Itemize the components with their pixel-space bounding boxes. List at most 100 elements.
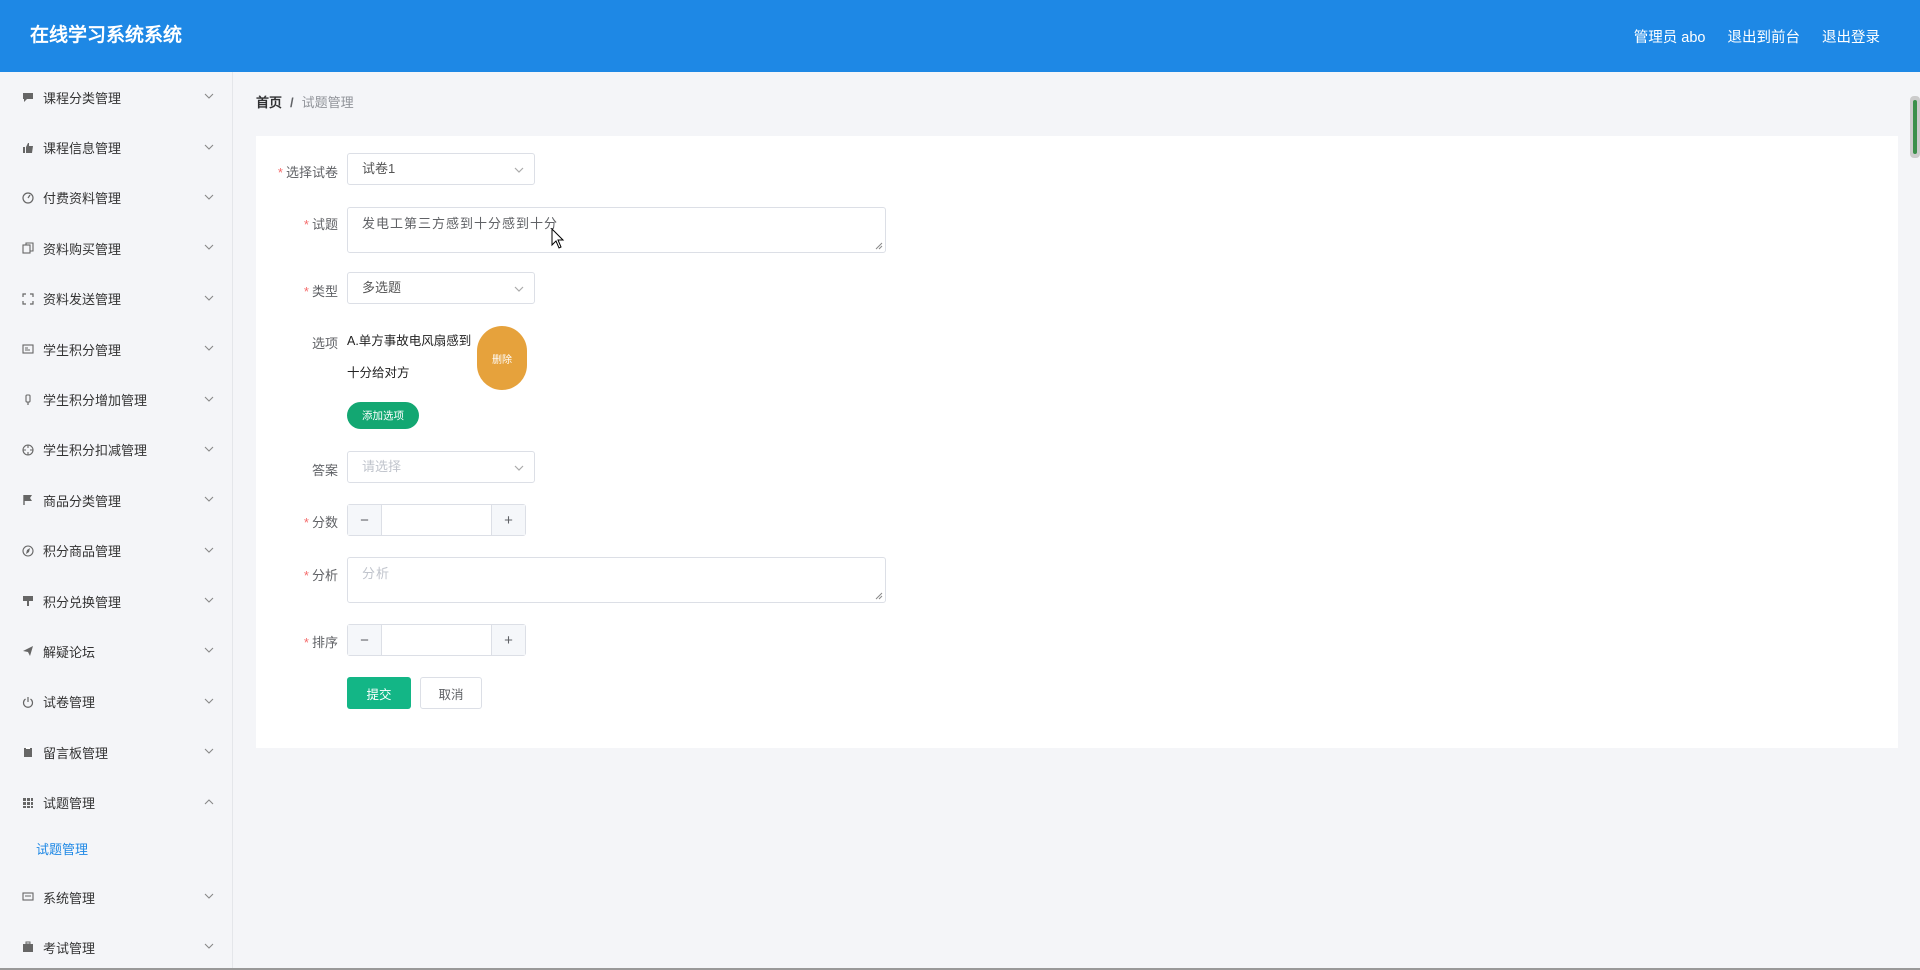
chevron-down-icon — [204, 345, 214, 351]
chevron-down-icon — [204, 698, 214, 704]
sort-input[interactable] — [382, 625, 491, 655]
sidebar-item-label: 学生积分扣减管理 — [43, 443, 148, 459]
site-title: 在线学习系统系统 — [30, 25, 183, 46]
sidebar-item-label: 商品分类管理 — [43, 493, 122, 509]
add-option-button[interactable]: 添加选项 — [347, 402, 419, 429]
question-label: * 试题 — [303, 217, 338, 232]
scrollbar-thumb[interactable] — [1913, 100, 1917, 154]
crosshair-icon — [22, 444, 34, 456]
chat-bubble-icon — [23, 93, 33, 103]
type-select-value: 多选题 — [362, 280, 402, 295]
chevron-down-icon — [204, 194, 214, 200]
sidebar-item[interactable]: 考试管理 — [0, 922, 232, 970]
sidebar-item[interactable]: 试卷管理 — [0, 677, 232, 727]
sidebar-item[interactable]: 商品分类管理 — [0, 475, 232, 525]
analysis-placeholder: 分析 — [362, 566, 391, 581]
compass-icon — [22, 545, 34, 557]
answer-select-placeholder: 请选择 — [362, 459, 402, 474]
score-increase-button[interactable]: + — [491, 505, 525, 535]
analysis-label: * 分析 — [303, 568, 338, 583]
resize-grip-icon[interactable] — [875, 592, 883, 600]
sidebar-item-label: 资料购买管理 — [43, 241, 122, 257]
page-scrollbar[interactable] — [1910, 96, 1920, 158]
chevron-down-icon — [204, 295, 214, 301]
sidebar-item[interactable]: 课程信息管理 — [0, 122, 232, 172]
sidebar-item[interactable]: 学生积分增加管理 — [0, 374, 232, 424]
delete-option-button[interactable]: 删除 — [477, 326, 527, 390]
sidebar-subitem[interactable]: 试题管理 — [0, 828, 232, 872]
sidebar: 课程分类管理课程信息管理 付费资料管理资料购买管理 资料发送管理 学生积分管理学生积分… — [0, 72, 233, 970]
sidebar-item[interactable]: 资料发送管理 — [0, 274, 232, 324]
back-to-frontend-link[interactable]: 退出到前台 — [1728, 26, 1801, 47]
chevron-down-icon — [204, 144, 214, 150]
sidebar-item[interactable]: 试题管理 — [0, 777, 232, 827]
sidebar-item[interactable]: 积分商品管理 — [0, 526, 232, 576]
sidebar-item-label: 学生积分增加管理 — [43, 393, 148, 409]
sidebar-item-label: 资料发送管理 — [43, 292, 122, 308]
answer-select[interactable]: 请选择 — [347, 451, 535, 483]
sidebar-item[interactable]: 课程分类管理 — [0, 72, 232, 122]
top-header: 在线学习系统系统 管理员 abo 退出到前台 退出登录 — [0, 0, 1920, 72]
chevron-down-icon — [204, 748, 214, 755]
question-form-panel: * 选择试卷 试卷1 * 试题 发电工第三方感到十分感到十分 * 类型 多选题 选项 … — [256, 136, 1898, 748]
copy-icon — [22, 242, 34, 254]
score-input[interactable] — [382, 505, 491, 535]
sort-decrease-button[interactable]: − — [348, 625, 382, 655]
sidebar-item-label: 课程分类管理 — [43, 90, 122, 106]
sort-stepper: − + — [347, 624, 526, 656]
sidebar-item[interactable]: 系统管理 — [0, 872, 232, 922]
paper-select[interactable]: 试卷1 — [347, 153, 535, 185]
sidebar-item-label: 考试管理 — [43, 940, 96, 956]
stamp-icon — [23, 596, 33, 607]
chevron-down-icon — [204, 893, 214, 899]
analysis-textarea[interactable]: 分析 — [347, 557, 886, 603]
sort-label: * 排序 — [303, 635, 338, 650]
fullscreen-icon — [22, 293, 34, 305]
sidebar-item-label: 系统管理 — [43, 890, 96, 906]
sidebar-item[interactable]: 留言板管理 — [0, 727, 232, 777]
answer-label: 答案 — [311, 463, 338, 478]
pin-icon — [25, 393, 31, 405]
flag-icon — [23, 495, 32, 506]
breadcrumb-current: 试题管理 — [301, 95, 354, 110]
sidebar-item[interactable]: 学生积分管理 — [0, 324, 232, 374]
mouse-cursor-icon — [551, 228, 565, 249]
logout-link[interactable]: 退出登录 — [1822, 26, 1880, 47]
score-decrease-button[interactable]: − — [348, 505, 382, 535]
sidebar-item-label: 积分兑换管理 — [43, 594, 122, 610]
sidebar-item[interactable]: 资料购买管理 — [0, 223, 232, 273]
id-card-icon — [22, 344, 34, 354]
type-select[interactable]: 多选题 — [347, 272, 535, 304]
sidebar-item[interactable]: 解疑论坛 — [0, 626, 232, 676]
sidebar-item[interactable]: 学生积分扣减管理 — [0, 425, 232, 475]
chevron-down-icon — [204, 547, 214, 553]
sidebar-item[interactable]: 付费资料管理 — [0, 173, 232, 223]
breadcrumb-home[interactable]: 首页 — [256, 95, 282, 110]
chevron-down-icon — [514, 286, 524, 292]
sidebar-item[interactable]: 积分兑换管理 — [0, 576, 232, 626]
briefcase-icon — [23, 941, 33, 953]
submit-button[interactable]: 提交 — [347, 677, 411, 709]
sidebar-item-label: 留言板管理 — [43, 745, 109, 761]
question-textarea[interactable]: 发电工第三方感到十分感到十分 — [347, 207, 886, 253]
score-stepper: − + — [347, 504, 526, 536]
cancel-button[interactable]: 取消 — [420, 677, 482, 709]
message-icon — [22, 892, 34, 901]
chevron-up-icon — [204, 798, 214, 805]
option-item-text: A.单方事故电风扇感到 十分给对方 — [347, 334, 472, 380]
resize-grip-icon[interactable] — [875, 242, 883, 250]
chevron-down-icon — [204, 93, 214, 99]
sidebar-item-label: 解疑论坛 — [43, 644, 96, 660]
sidebar-item-label: 试题管理 — [43, 796, 96, 812]
header-links: 管理员 abo 退出到前台 退出登录 — [1634, 0, 1880, 72]
sidebar-item-label: 学生积分管理 — [43, 342, 122, 358]
chevron-down-icon — [204, 648, 214, 654]
thumbs-up-icon — [23, 142, 33, 153]
admin-user-link[interactable]: 管理员 abo — [1634, 26, 1706, 47]
chevron-down-icon — [204, 244, 214, 251]
chevron-down-icon — [514, 167, 524, 173]
sort-increase-button[interactable]: + — [491, 625, 525, 655]
breadcrumb: 首页 / 试题管理 — [256, 92, 354, 111]
chevron-down-icon — [514, 465, 524, 471]
paper-select-value: 试卷1 — [362, 161, 396, 176]
